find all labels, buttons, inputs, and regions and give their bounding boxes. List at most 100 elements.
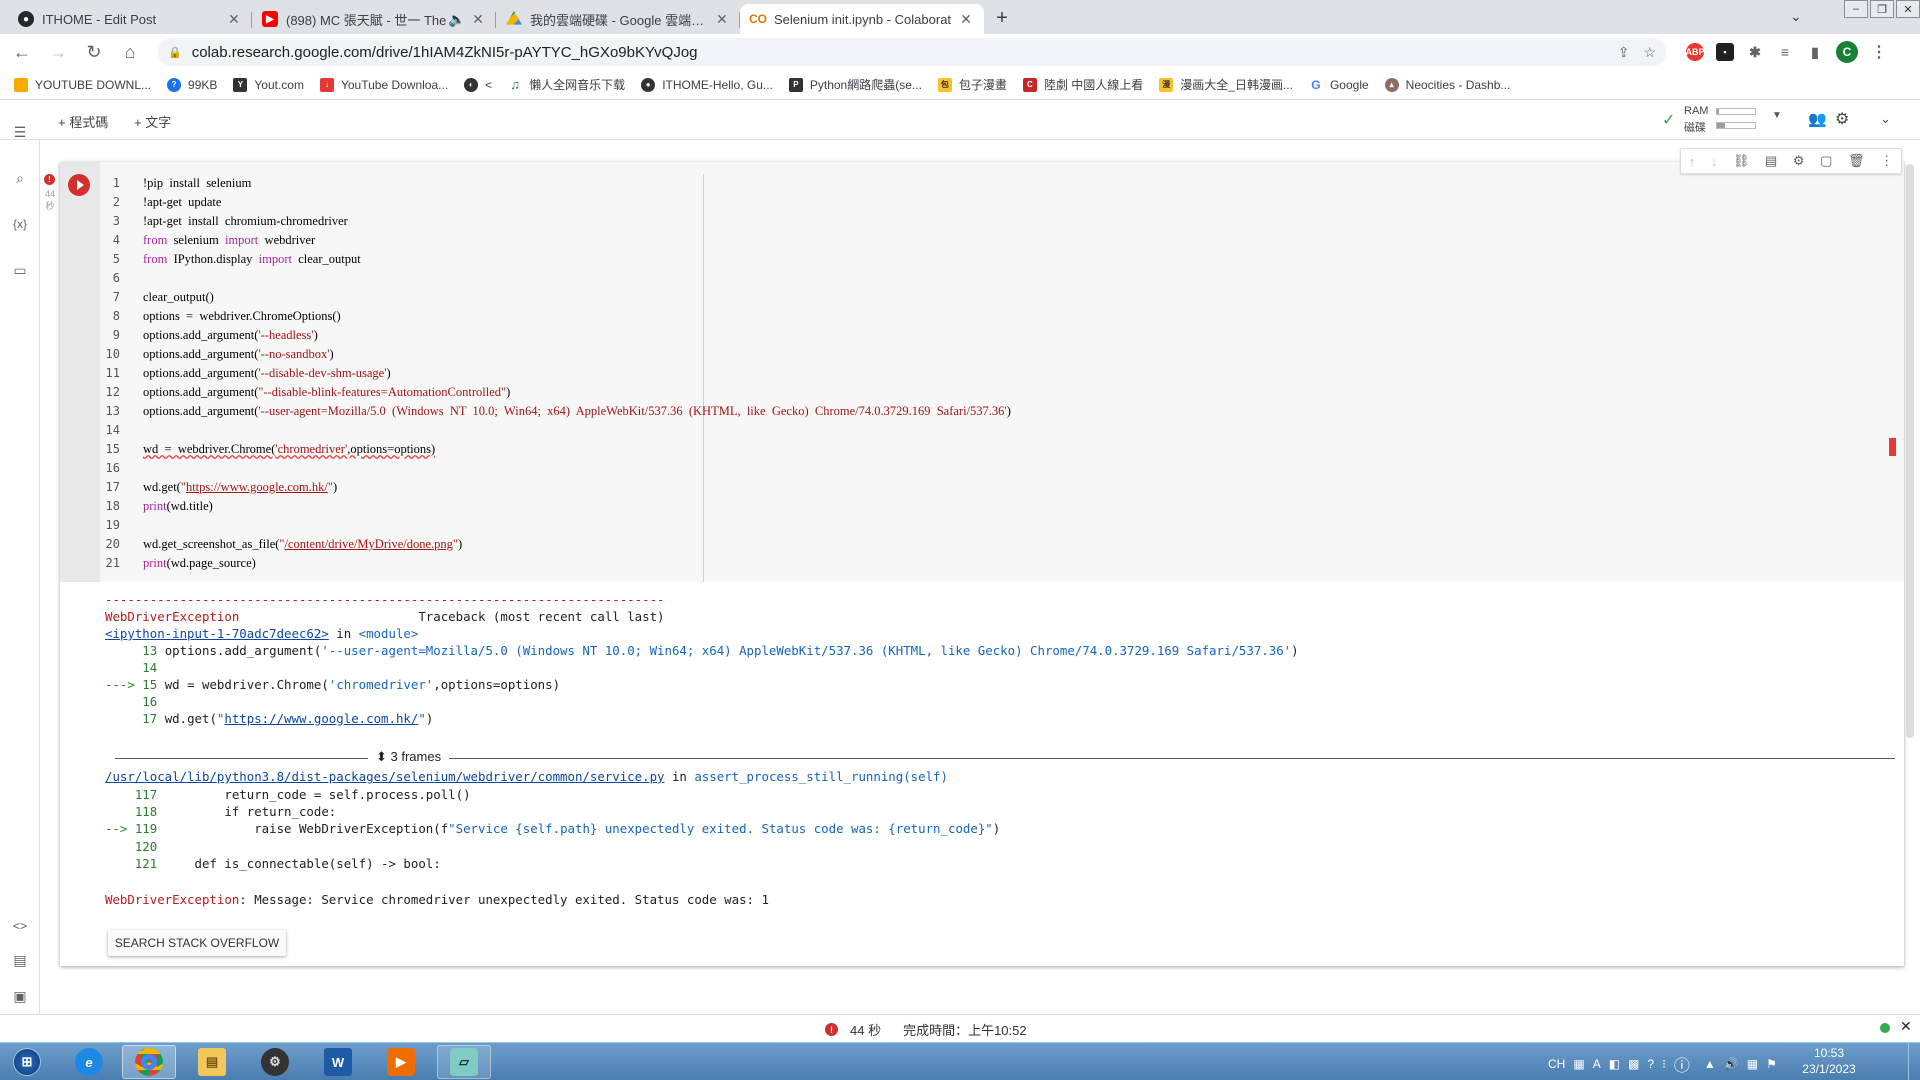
taskbar-ie[interactable]: e — [62, 1045, 116, 1079]
new-tab-button[interactable]: + — [988, 4, 1016, 32]
bookmark-item[interactable]: ▴ Neocities - Dashb... — [1384, 77, 1510, 92]
puzzle-icon[interactable]: ✱ — [1746, 43, 1764, 61]
adblock-icon[interactable]: ABP — [1686, 43, 1705, 61]
tab-ithome[interactable]: ● ITHOME - Edit Post ✕ — [8, 4, 252, 34]
language-indicator[interactable]: CH — [1548, 1057, 1565, 1071]
traceback-service-line: /usr/local/lib/python3.8/dist-packages/s… — [105, 769, 948, 784]
reload-icon[interactable]: ↻ — [80, 38, 108, 66]
ime-layout-icon[interactable]: ◧ — [1609, 1057, 1620, 1071]
ime-settings-icon[interactable]: ▩ — [1628, 1057, 1639, 1071]
close-icon[interactable]: ✕ — [470, 11, 486, 28]
code-line-17: wd.get("https://www.google.com.hk/") — [143, 480, 338, 494]
bookmark-star-icon[interactable]: ☆ — [1643, 44, 1656, 61]
help-circle-icon[interactable]: ⓘ — [1674, 1052, 1690, 1076]
tab-youtube[interactable]: ▶ (898) MC 張天賦 - 世一 The 🔈 ✕ — [252, 4, 496, 34]
chevron-down-icon[interactable]: ▼ — [1772, 110, 1782, 121]
taskbar-word[interactable]: W — [311, 1045, 365, 1079]
close-status-icon[interactable]: ✕ — [1900, 1018, 1912, 1035]
close-icon[interactable]: ✕ — [226, 11, 242, 28]
home-icon[interactable]: ⌂ — [116, 38, 144, 66]
address-bar[interactable]: 🔒 colab.research.google.com/drive/1hIAM4… — [158, 38, 1666, 66]
link-icon[interactable]: ⛓ — [1733, 153, 1750, 169]
ime-mode-icon[interactable]: A — [1593, 1057, 1601, 1071]
expand-frames-button[interactable]: ⬍ 3 frames — [368, 749, 450, 765]
action-center-flag-icon[interactable]: ⚑ — [1766, 1057, 1777, 1071]
close-icon[interactable]: ✕ — [714, 11, 730, 28]
side-panel-icon[interactable]: ▮ — [1806, 43, 1824, 61]
speaker-icon[interactable]: 🔈 — [448, 11, 465, 28]
tab-google-drive[interactable]: 我的雲端硬碟 - Google 雲端硬碟 ✕ — [496, 4, 740, 34]
taskbar-explorer[interactable]: ▤ — [185, 1045, 239, 1079]
add-text-button[interactable]: + 文字 — [134, 112, 171, 131]
scrollbar[interactable] — [1906, 164, 1914, 738]
bookmark-item[interactable]: C 陸劇 中國人線上看 — [1022, 76, 1143, 93]
url-text[interactable]: colab.research.google.com/drive/1hIAM4Zk… — [192, 44, 1604, 61]
more-options-icon[interactable]: ⋮ — [1880, 153, 1893, 169]
bookmark-item[interactable]: ◐ < — [464, 77, 492, 92]
network-icon[interactable]: ▦ — [1747, 1057, 1758, 1071]
traceback-line-14: 14 — [105, 660, 158, 675]
folder-icon[interactable]: ▭ — [10, 260, 30, 280]
tab-strip: ● ITHOME - Edit Post ✕ ▶ (898) MC 張天賦 - … — [0, 0, 1920, 34]
taskbar-media[interactable]: ▶ — [374, 1045, 428, 1079]
profile-avatar[interactable]: C — [1836, 41, 1858, 63]
ime-extra-icon[interactable]: ⁝ — [1662, 1057, 1666, 1071]
run-cell-button[interactable] — [68, 174, 90, 196]
ime-icon[interactable]: ▦ — [1573, 1057, 1584, 1071]
bookmark-item[interactable]: ↓ YouTube Downloa... — [319, 77, 448, 92]
settings-gear-icon[interactable]: ⚙ — [1835, 109, 1849, 129]
bookmark-item[interactable]: 包包子漫畫 — [937, 76, 1007, 93]
search-icon[interactable]: ⌕ — [10, 168, 30, 188]
bookmark-item[interactable]: ♫ 懶人全网音乐下载 — [508, 76, 625, 93]
volume-icon[interactable]: 🔊 — [1724, 1057, 1739, 1071]
minimize-icon[interactable]: – — [1844, 0, 1868, 18]
extension-badge-icon[interactable]: ▪ — [1716, 43, 1734, 61]
restore-icon[interactable]: ❐ — [1870, 0, 1894, 18]
share-icon[interactable]: ⇪ — [1618, 44, 1630, 61]
taskbar-chrome[interactable] — [122, 1045, 176, 1079]
move-up-icon[interactable]: ↑ — [1689, 154, 1696, 169]
comment-icon[interactable]: ▤ — [1765, 153, 1777, 169]
execution-status[interactable]: ! 44 秒 完成時間：上午10:52 — [825, 1020, 1027, 1039]
back-arrow-icon[interactable]: ← — [8, 38, 36, 66]
table-of-contents-icon[interactable]: ☰ — [10, 122, 30, 142]
service-path-link[interactable]: /usr/local/lib/python3.8/dist-packages/s… — [105, 769, 665, 784]
taskbar-app[interactable]: ⚙ — [248, 1045, 302, 1079]
tab-colab[interactable]: CO Selenium init.ipynb - Colaborat ✕ — [740, 4, 984, 34]
share-people-icon[interactable]: 👥 — [1808, 110, 1827, 128]
taskbar-clock[interactable]: 10:53 23/1/2023 — [1784, 1045, 1874, 1077]
forward-arrow-icon[interactable]: → — [44, 38, 72, 66]
add-code-button[interactable]: + 程式碼 — [58, 112, 108, 131]
menu-kebab-icon[interactable]: ⋮ — [1870, 43, 1888, 61]
terminal-icon[interactable]: ▣ — [10, 986, 30, 1006]
close-window-icon[interactable]: ✕ — [1896, 0, 1920, 18]
line-number: 17 — [105, 480, 120, 494]
show-hidden-icons[interactable]: ▲ — [1704, 1057, 1716, 1071]
bookmark-item[interactable]: ● ITHOME-Hello, Gu... — [641, 77, 773, 92]
taskbar-notepad[interactable]: ▱ — [437, 1045, 491, 1079]
start-button[interactable]: ⊞ — [0, 1045, 54, 1079]
tab-search-icon[interactable]: ⌄ — [1790, 8, 1802, 25]
ipython-input-link[interactable]: <ipython-input-1-70adc7deec62> — [105, 626, 329, 641]
close-icon[interactable]: ✕ — [958, 11, 974, 28]
reading-list-icon[interactable]: ≡ — [1776, 43, 1794, 61]
ram-disk-indicator[interactable]: ✓ RAM 磁碟 ▼ — [1662, 104, 1782, 134]
mirror-cell-icon[interactable]: ▢ — [1820, 153, 1832, 169]
move-down-icon[interactable]: ↓ — [1711, 154, 1718, 169]
delete-icon[interactable]: 🗑 — [1848, 153, 1865, 169]
bookmark-item[interactable]: YOUTUBE DOWNL... — [14, 77, 151, 92]
command-palette-icon[interactable]: ▤ — [10, 950, 30, 970]
help-icon[interactable]: ? — [1647, 1057, 1654, 1071]
bookmark-item[interactable]: P Python網路爬蟲(se... — [788, 76, 922, 93]
code-snippets-icon[interactable]: <> — [10, 916, 30, 936]
lock-icon[interactable]: 🔒 — [168, 46, 182, 59]
search-stack-overflow-button[interactable]: SEARCH STACK OVERFLOW — [108, 930, 286, 956]
bookmark-item[interactable]: ? 99KB — [167, 77, 217, 92]
show-desktop-button[interactable] — [1908, 1042, 1920, 1080]
cell-settings-icon[interactable]: ⚙ — [1793, 153, 1805, 169]
collapse-chevron-icon[interactable]: ⌄ — [1880, 111, 1891, 127]
variables-icon[interactable]: {x} — [10, 214, 30, 234]
bookmark-item[interactable]: 漫漫画大全_日韩漫画... — [1159, 76, 1293, 93]
bookmark-item[interactable]: G Google — [1309, 78, 1368, 92]
bookmark-item[interactable]: Y Yout.com — [233, 77, 304, 92]
